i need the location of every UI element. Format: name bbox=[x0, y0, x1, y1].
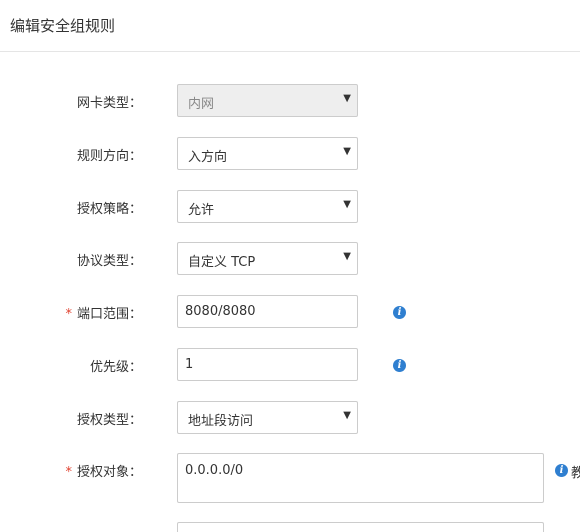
caret-down-icon: ▼ bbox=[343, 199, 351, 210]
auth-object-value: 0.0.0.0/0 bbox=[185, 463, 244, 478]
direction-select[interactable]: 入方向 ▼ bbox=[177, 137, 358, 170]
nic-type-select[interactable]: 内网 ▼ bbox=[177, 84, 358, 117]
protocol-value: 自定义 TCP bbox=[188, 255, 256, 270]
auth-type-select[interactable]: 地址段访问 ▼ bbox=[177, 401, 358, 434]
nic-type-value: 内网 bbox=[188, 97, 215, 112]
priority-label: 优先级： bbox=[89, 360, 142, 375]
caret-down-icon: ▼ bbox=[343, 251, 351, 262]
next-field-partial[interactable] bbox=[177, 522, 544, 532]
policy-label: 授权策略： bbox=[76, 202, 142, 217]
priority-value: 1 bbox=[185, 357, 194, 372]
direction-value: 入方向 bbox=[188, 150, 228, 165]
protocol-label: 协议类型： bbox=[76, 254, 142, 269]
auth-object-label: * 授权对象： bbox=[65, 465, 142, 480]
protocol-select[interactable]: 自定义 TCP ▼ bbox=[177, 242, 358, 275]
direction-label: 规则方向： bbox=[76, 149, 142, 164]
required-mark: * bbox=[65, 465, 72, 480]
dialog-header: 编辑安全组规则 bbox=[0, 0, 580, 52]
port-range-label: * 端口范围： bbox=[65, 307, 142, 322]
policy-value: 允许 bbox=[188, 203, 215, 218]
info-icon[interactable]: i bbox=[393, 306, 406, 319]
nic-type-label: 网卡类型： bbox=[76, 96, 142, 111]
auth-object-textarea[interactable]: 0.0.0.0/0 bbox=[177, 453, 544, 503]
auth-type-value: 地址段访问 bbox=[188, 414, 254, 429]
caret-down-icon: ▼ bbox=[343, 146, 351, 157]
priority-input[interactable]: 1 bbox=[177, 348, 358, 381]
auth-type-label: 授权类型： bbox=[76, 413, 142, 428]
caret-down-icon: ▼ bbox=[343, 93, 351, 104]
caret-down-icon: ▼ bbox=[343, 410, 351, 421]
port-range-input[interactable]: 8080/8080 bbox=[177, 295, 358, 328]
info-icon[interactable]: i bbox=[393, 359, 406, 372]
port-range-value: 8080/8080 bbox=[185, 304, 256, 319]
required-mark: * bbox=[65, 307, 72, 322]
info-icon[interactable]: i bbox=[555, 464, 568, 477]
dialog-title: 编辑安全组规则 bbox=[10, 17, 116, 35]
help-link[interactable]: 教 bbox=[571, 462, 580, 481]
policy-select[interactable]: 允许 ▼ bbox=[177, 190, 358, 223]
